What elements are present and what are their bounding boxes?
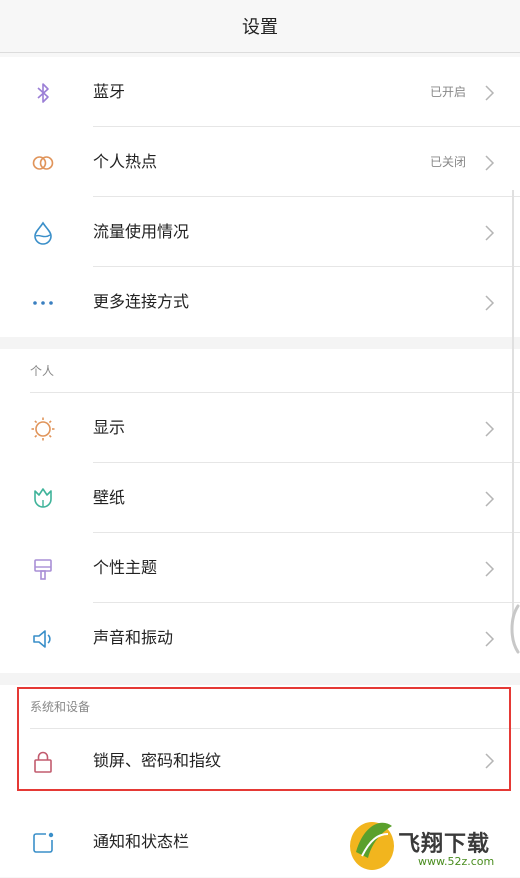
chevron-right-icon [482,84,496,102]
speaker-icon [30,626,56,652]
chevron-right-icon [482,560,496,578]
section-gap [0,337,520,349]
chevron-right-icon [482,490,496,508]
tulip-icon [30,486,56,512]
section-title: 个人 [30,364,55,378]
bluetooth-icon [30,80,56,106]
watermark-url: www.52z.com [418,855,495,868]
more-dots-icon [30,290,56,316]
chevron-right-icon [482,154,496,172]
chevron-right-icon [482,294,496,312]
status-text: 已关闭 [429,155,466,169]
settings-item-label: 通知和状态栏 [93,832,190,851]
brush-icon [30,556,56,582]
settings-item-theme[interactable]: 个性主题 [0,533,520,603]
settings-item-hotspot[interactable]: 个人热点 已关闭 [0,127,520,197]
settings-item-label: 个性主题 [93,558,158,577]
sun-icon [30,416,56,442]
highlight-box [17,687,511,791]
chevron-right-icon [482,420,496,438]
page-title: 设置 [242,17,278,38]
scroll-handle[interactable] [508,604,520,654]
settings-item-label: 个人热点 [93,152,158,171]
settings-item-bluetooth[interactable]: 蓝牙 已开启 [0,57,520,127]
settings-item-sound[interactable]: 声音和振动 [0,603,520,673]
notification-icon [30,830,56,856]
personal-group: 个人 显示 壁纸 个性主题 声音和振动 [0,349,520,673]
chevron-right-icon [482,630,496,648]
settings-item-label: 更多连接方式 [93,292,190,311]
settings-item-wallpaper[interactable]: 壁纸 [0,463,520,533]
settings-item-more-connections[interactable]: 更多连接方式 [0,267,520,337]
settings-item-label: 显示 [93,418,126,437]
chevron-right-icon [482,224,496,242]
settings-item-display[interactable]: 显示 [0,393,520,463]
connections-group: 蓝牙 已开启 个人热点 已关闭 流量使用情况 更多连接方式 [0,57,520,337]
status-text: 已开启 [429,85,466,99]
section-gap [0,673,520,685]
section-header-personal: 个人 [0,349,520,393]
settings-item-label: 壁纸 [93,488,126,507]
water-drop-icon [30,220,56,246]
scrollbar[interactable] [512,190,514,620]
settings-item-data-usage[interactable]: 流量使用情况 [0,197,520,267]
settings-item-label: 蓝牙 [93,82,126,101]
settings-item-label: 流量使用情况 [93,222,190,241]
spacer [0,793,520,807]
hotspot-icon [30,150,56,176]
settings-item-label: 声音和振动 [93,628,174,647]
title-bar: 设置 [0,0,520,53]
watermark-text: 飞翔下载 [398,832,491,857]
